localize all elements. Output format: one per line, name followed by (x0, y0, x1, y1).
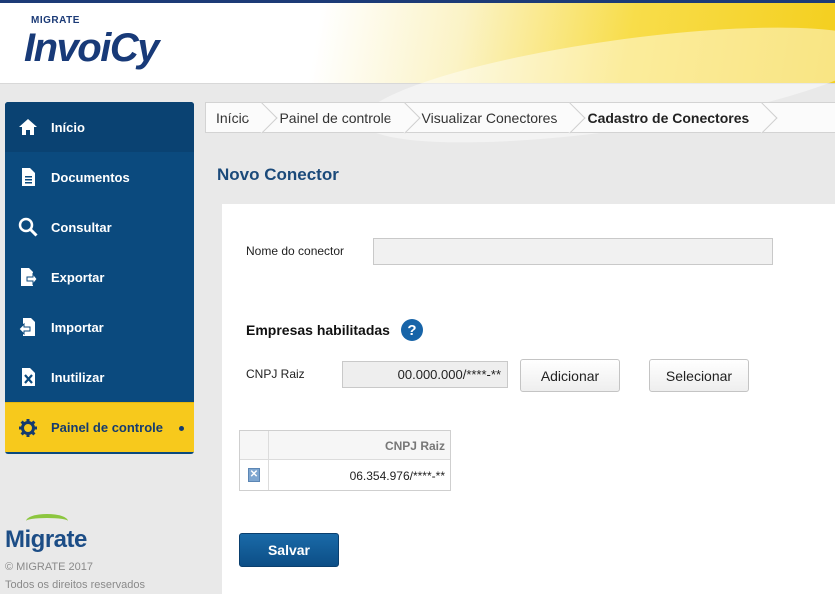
breadcrumb-item-inicio[interactable]: Início (206, 103, 265, 132)
sidebar: Início Documentos Consultar Exportar Imp… (5, 102, 194, 454)
sidebar-item-importar[interactable]: Importar (5, 302, 194, 352)
void-icon (5, 367, 51, 387)
help-icon[interactable]: ? (401, 319, 423, 341)
export-icon (5, 267, 51, 287)
cnpj-label: CNPJ Raiz (246, 367, 305, 381)
header-stripe (0, 0, 835, 3)
page-title: Novo Conector (217, 165, 339, 184)
form-panel: Nome do conector Empresas habilitadas ? … (222, 204, 835, 594)
sidebar-item-label: Painel de controle (51, 420, 163, 435)
table-cell-cnpj: 06.354.976/****-** (349, 469, 445, 483)
sidebar-item-label: Consultar (51, 219, 112, 235)
sidebar-item-inicio[interactable]: Início (5, 102, 194, 152)
connector-name-input[interactable] (373, 238, 773, 265)
search-icon (5, 217, 51, 237)
logo-product[interactable]: InvoiCy (24, 26, 159, 71)
section-title-empresas: Empresas habilitadas (246, 322, 390, 338)
footer-rights: Todos os direitos reservados (5, 579, 146, 591)
save-button[interactable]: Salvar (239, 533, 339, 567)
import-icon (5, 317, 51, 337)
connector-name-label: Nome do conector (246, 244, 345, 258)
table-row: ✕ 06.354.976/****-** (240, 460, 450, 490)
sidebar-item-label: Início (51, 119, 85, 135)
migrate-logo: Migrate (5, 526, 87, 553)
sidebar-item-consultar[interactable]: Consultar (5, 202, 194, 252)
home-icon (5, 117, 51, 137)
active-indicator-dot (179, 426, 184, 431)
table-cell-action: ✕ (240, 460, 269, 490)
select-button[interactable]: Selecionar (649, 359, 749, 392)
sidebar-item-painel-de-controle[interactable]: Painel de controle (5, 402, 194, 452)
cnpj-table: CNPJ Raiz ✕ 06.354.976/****-** (239, 430, 451, 491)
breadcrumb-item-visualizar-conectores[interactable]: Visualizar Conectores (408, 103, 574, 132)
header-swoosh (356, 4, 835, 166)
breadcrumb-item-painel-de-controle[interactable]: Painel de controle (265, 103, 407, 132)
breadcrumb-item-cadastro-de-conectores: Cadastro de Conectores (573, 103, 765, 132)
breadcrumb: Início Painel de controle Visualizar Con… (205, 102, 835, 133)
sidebar-item-inutilizar[interactable]: Inutilizar (5, 352, 194, 402)
sidebar-item-documentos[interactable]: Documentos (5, 152, 194, 202)
table-header-cnpj[interactable]: CNPJ Raiz (269, 431, 450, 459)
delete-icon[interactable]: ✕ (248, 468, 260, 482)
gear-icon (5, 418, 51, 438)
add-button[interactable]: Adicionar (520, 359, 620, 392)
footer-copyright: © MIGRATE 2017 (5, 561, 93, 573)
sidebar-item-exportar[interactable]: Exportar (5, 252, 194, 302)
sidebar-item-label: Exportar (51, 269, 105, 285)
table-header-blank (240, 431, 269, 459)
table-header: CNPJ Raiz (240, 431, 450, 460)
sidebar-item-label: Inutilizar (51, 369, 105, 385)
cnpj-input[interactable] (342, 361, 508, 388)
sidebar-item-label: Importar (51, 319, 104, 335)
document-icon (5, 167, 51, 187)
logo-company-small: MIGRATE (31, 15, 80, 26)
sidebar-item-label: Documentos (51, 169, 130, 185)
app-header: MIGRATE InvoiCy (0, 0, 835, 166)
